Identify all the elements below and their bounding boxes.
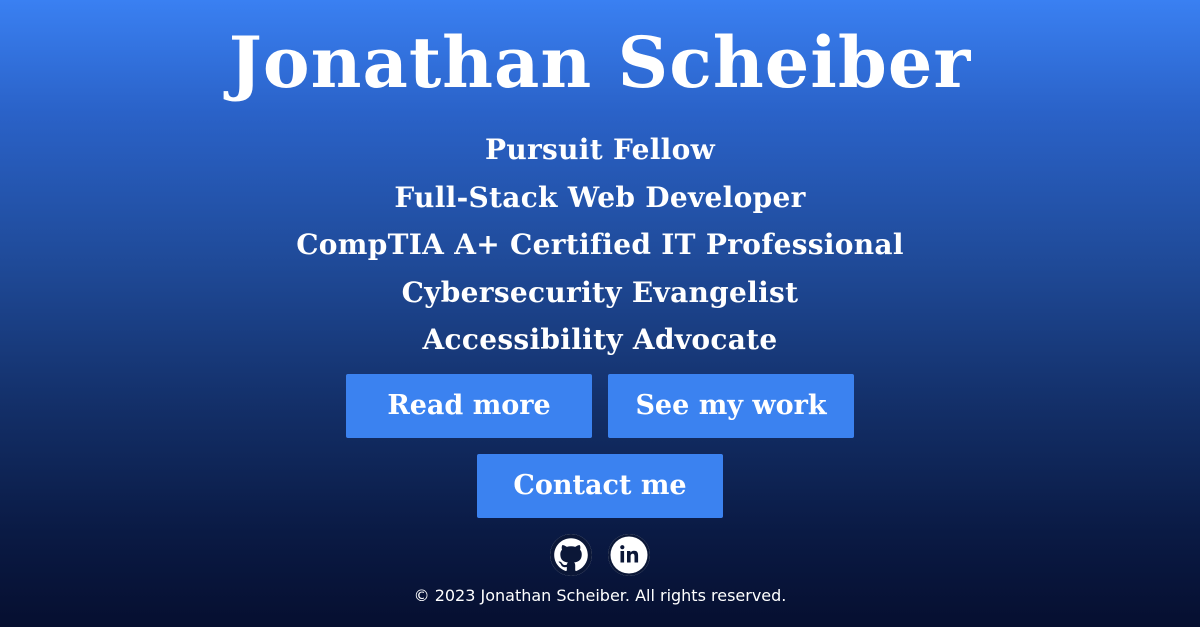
read-more-button[interactable]: Read more [346,373,592,438]
linkedin-link[interactable] [608,533,650,576]
page-title: Jonathan Scheiber [228,21,972,104]
see-my-work-button[interactable]: See my work [608,373,854,438]
hero-section: Jonathan Scheiber Pursuit Fellow Full-St… [0,0,1200,627]
footer-copyright: © 2023 Jonathan Scheiber. All rights res… [413,586,787,605]
contact-me-button[interactable]: Contact me [477,453,723,518]
github-icon [550,533,592,576]
primary-buttons: Read more See my work [346,373,854,438]
title-item: Pursuit Fellow [484,133,716,166]
title-item: Cybersecurity Evangelist [401,275,799,309]
title-item: CompTIA A+ Certified IT Professional [296,228,904,261]
social-links [550,533,650,576]
title-list: Pursuit Fellow Full-Stack Web Developer … [296,126,904,364]
linkedin-icon [608,533,650,576]
title-item: Full-Stack Web Developer [394,180,806,214]
title-item: Accessibility Advocate [422,323,778,356]
github-link[interactable] [550,533,592,576]
contact-button-row: Contact me [477,453,723,518]
